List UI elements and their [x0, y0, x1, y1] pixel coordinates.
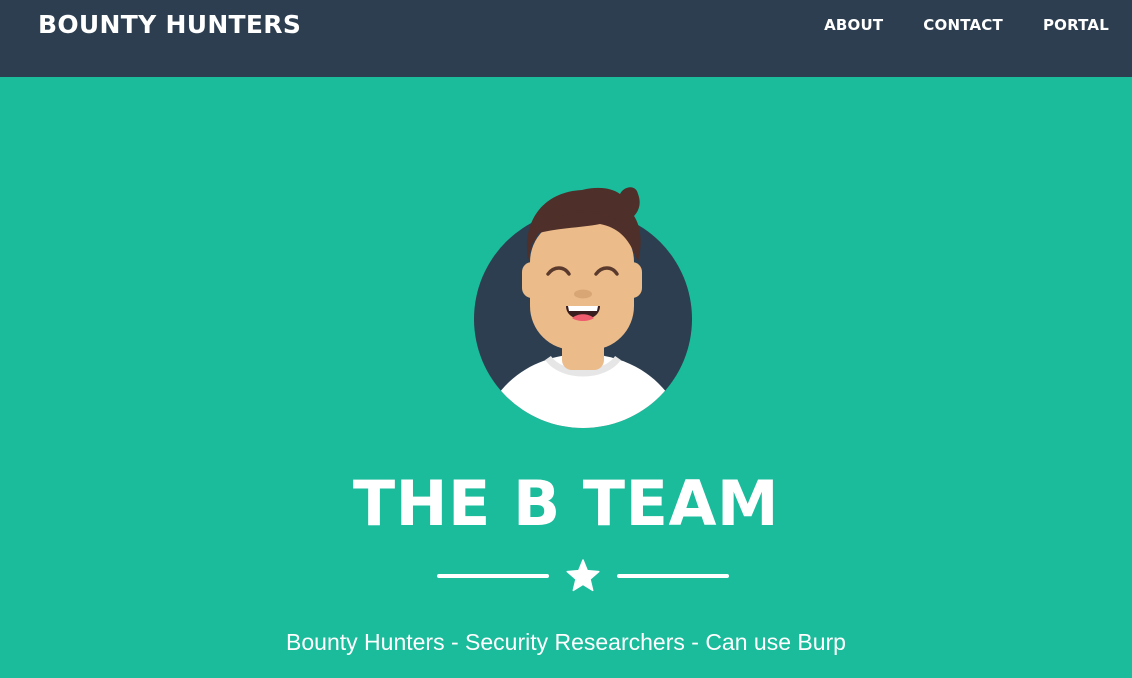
brand-link[interactable]: BOUNTY HUNTERS — [38, 9, 301, 41]
page-title: THE B TEAM — [352, 467, 780, 540]
nav-link-portal[interactable]: PORTAL — [1003, 16, 1109, 34]
page-subtitle: Bounty Hunters - Security Researchers - … — [286, 629, 846, 655]
smiling-avatar-icon — [474, 187, 692, 428]
navbar: BOUNTY HUNTERS ABOUT CONTACT PORTAL — [0, 0, 1132, 77]
star-icon — [566, 559, 600, 592]
nav-menu: ABOUT CONTACT PORTAL — [784, 16, 1109, 34]
nav-item-portal: PORTAL — [1003, 16, 1109, 34]
nav-item-about: ABOUT — [784, 16, 883, 34]
nav-item-contact: CONTACT — [883, 16, 1003, 34]
divider-line-left — [437, 574, 549, 578]
divider-line-right — [617, 574, 729, 578]
nav-link-about[interactable]: ABOUT — [784, 16, 883, 34]
title-divider — [437, 558, 729, 594]
nav-link-contact[interactable]: CONTACT — [883, 16, 1003, 34]
